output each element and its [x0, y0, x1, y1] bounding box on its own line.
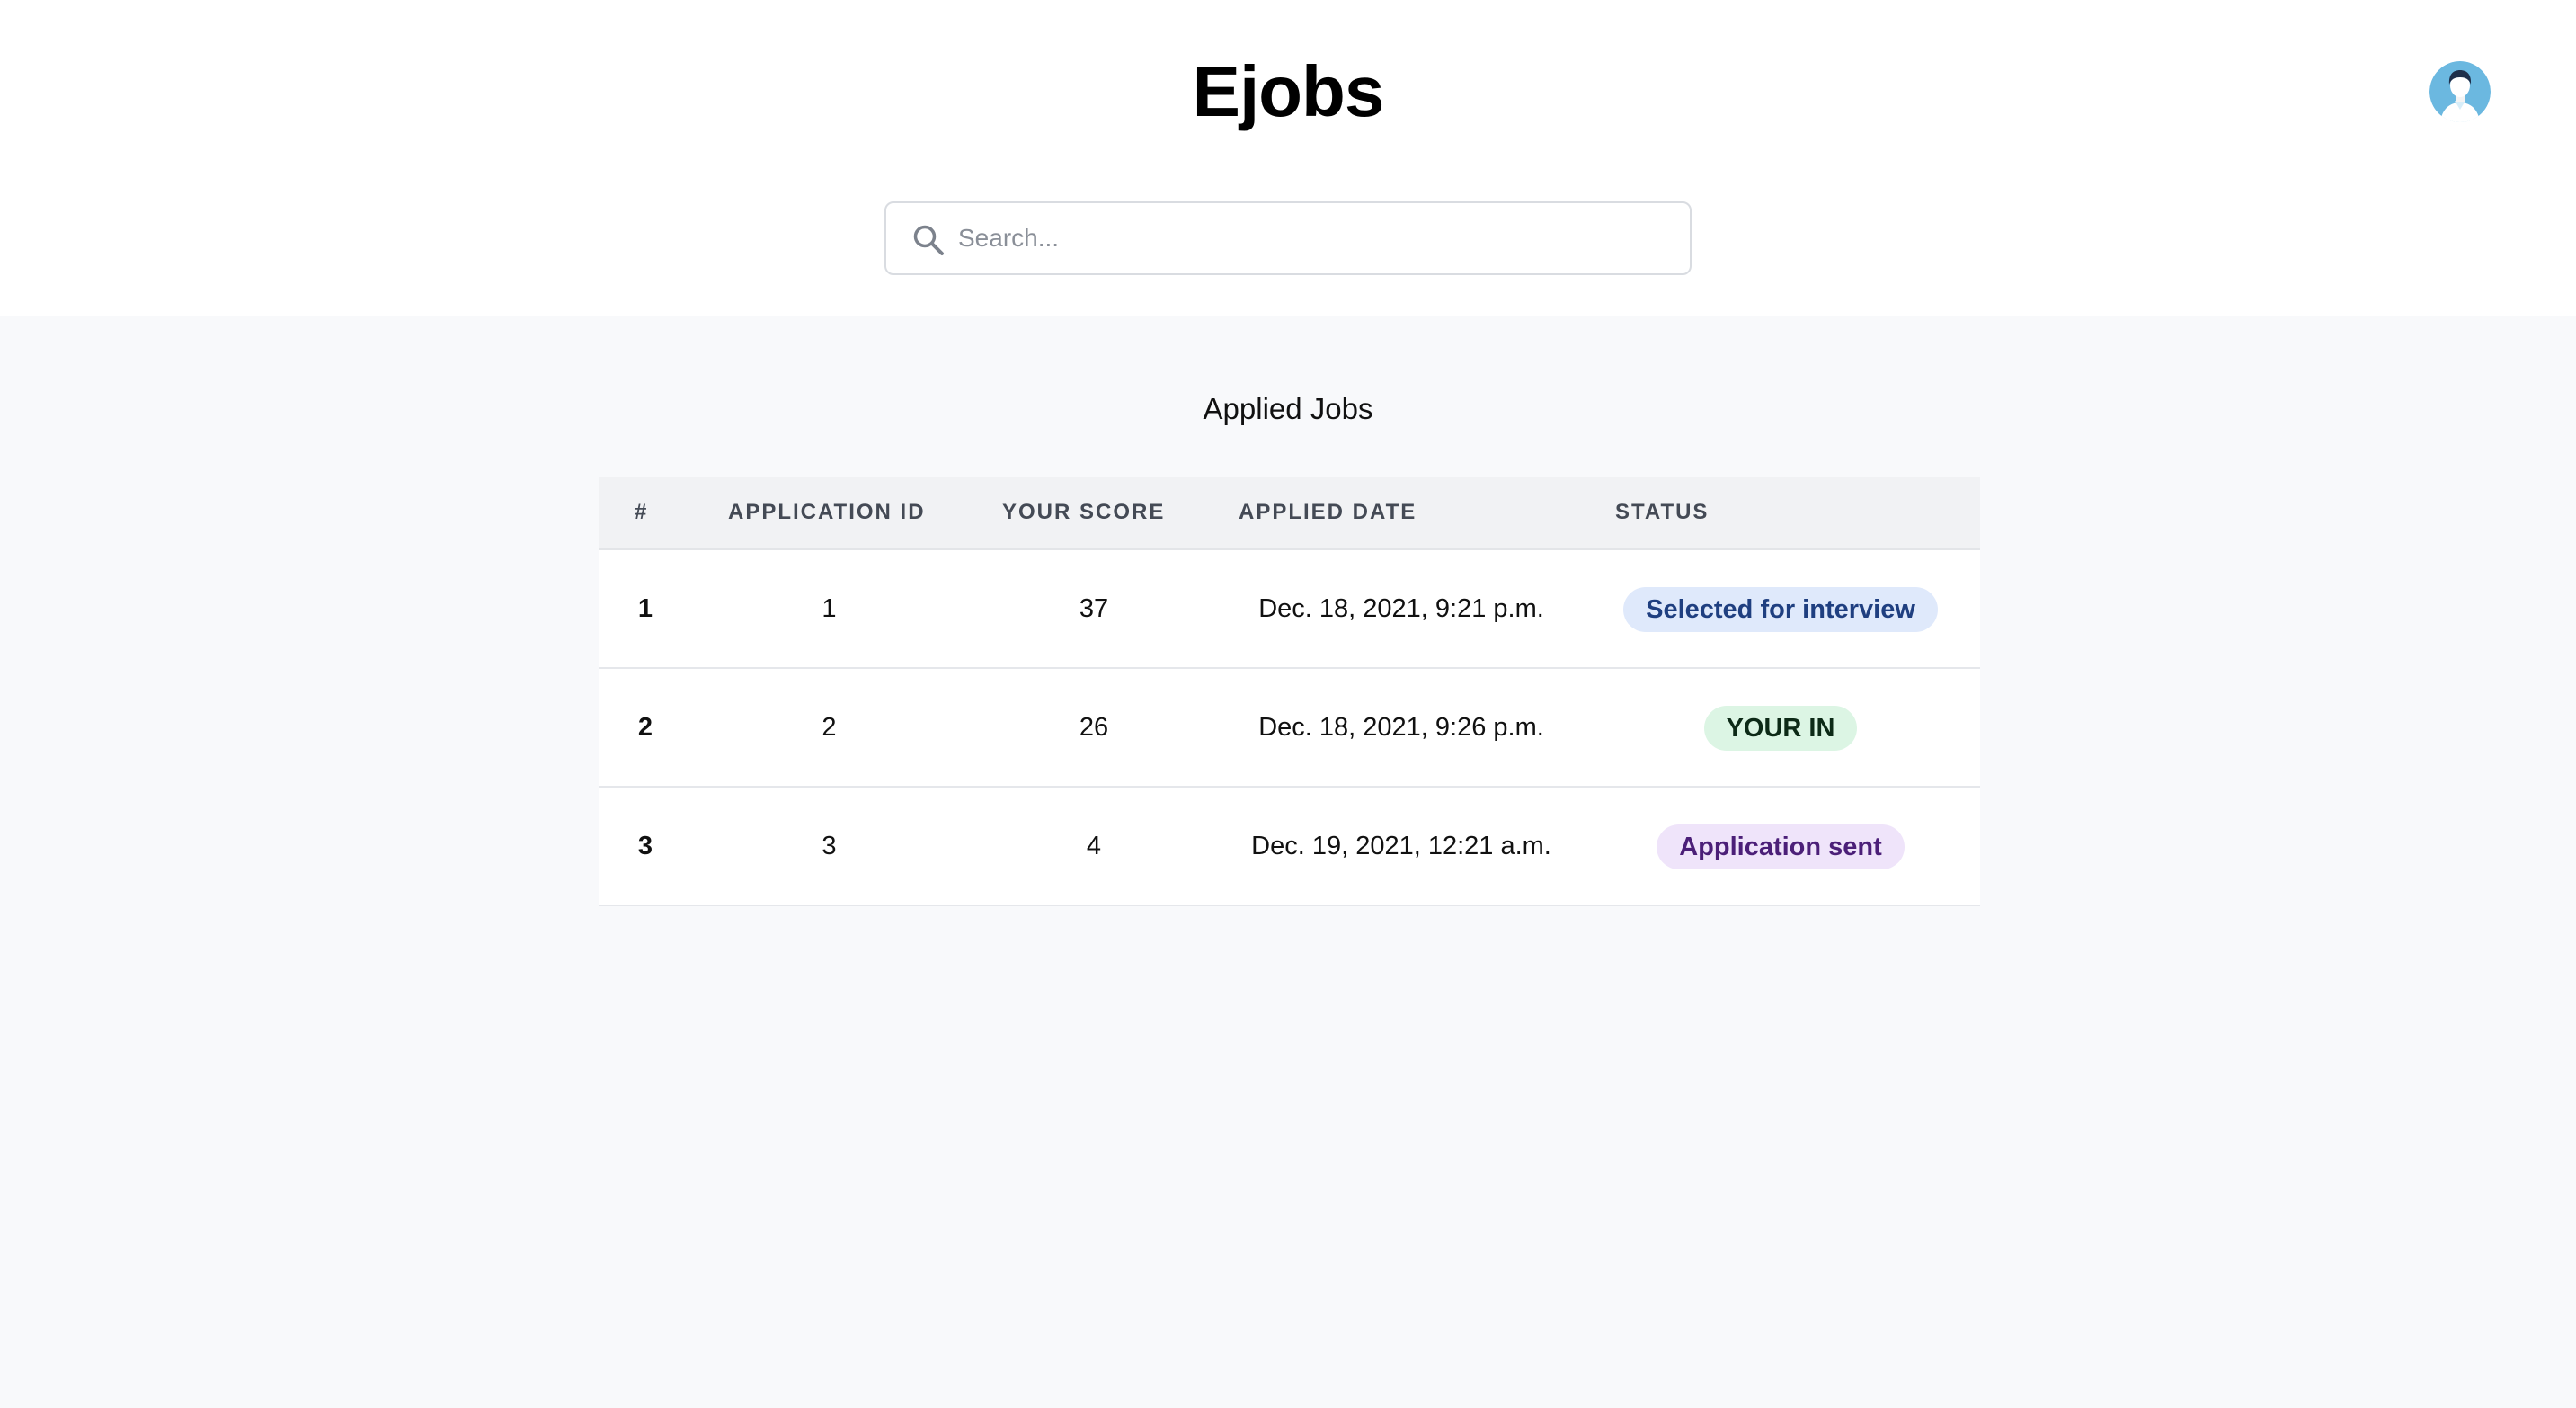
row-number: 3 [637, 832, 653, 860]
table-row: 2 2 26 Dec. 18, 2021, 9:26 p.m. YOUR IN [599, 669, 1980, 788]
applied-jobs-table: # APPLICATION ID YOUR SCORE APPLIED DATE… [599, 477, 1980, 906]
application-id: 2 [822, 713, 837, 742]
applied-date: Dec. 18, 2021, 9:21 p.m. [1258, 594, 1544, 623]
header-your-score: YOUR SCORE [1002, 500, 1166, 524]
status-badge: Selected for interview [1623, 587, 1938, 633]
user-avatar[interactable] [2429, 61, 2491, 122]
your-score: 4 [1086, 832, 1102, 860]
section-title: Applied Jobs [1203, 392, 1373, 425]
header-application-id: APPLICATION ID [728, 500, 926, 524]
search-icon [913, 225, 944, 255]
status-cell: Application sent [1581, 788, 1980, 905]
status-badge: YOUR IN [1703, 706, 1858, 752]
table-row: 3 3 4 Dec. 19, 2021, 12:21 a.m. Applicat… [599, 788, 1980, 906]
header-number: # [635, 500, 649, 524]
your-score: 26 [1079, 713, 1109, 742]
applied-date: Dec. 19, 2021, 12:21 a.m. [1251, 832, 1551, 860]
application-id: 1 [822, 594, 837, 623]
your-score: 37 [1079, 594, 1109, 623]
app-title: Ejobs [1192, 51, 1385, 131]
status-cell: Selected for interview [1581, 550, 1980, 667]
header-status: STATUS [1615, 500, 1710, 524]
user-avatar-icon [2429, 61, 2491, 122]
top-header: Ejobs [0, 0, 2576, 316]
status-badge: Application sent [1657, 824, 1905, 870]
search-bar[interactable] [884, 201, 1692, 275]
row-number: 1 [637, 594, 653, 623]
table-header: # APPLICATION ID YOUR SCORE APPLIED DATE… [599, 477, 1980, 550]
applied-date: Dec. 18, 2021, 9:26 p.m. [1258, 713, 1544, 742]
table-row: 1 1 37 Dec. 18, 2021, 9:21 p.m. Selected… [599, 550, 1980, 669]
status-cell: YOUR IN [1581, 669, 1980, 786]
application-id: 3 [822, 832, 837, 860]
row-number: 2 [637, 713, 653, 742]
search-input[interactable] [958, 203, 1668, 273]
header-applied-date: APPLIED DATE [1239, 500, 1417, 524]
